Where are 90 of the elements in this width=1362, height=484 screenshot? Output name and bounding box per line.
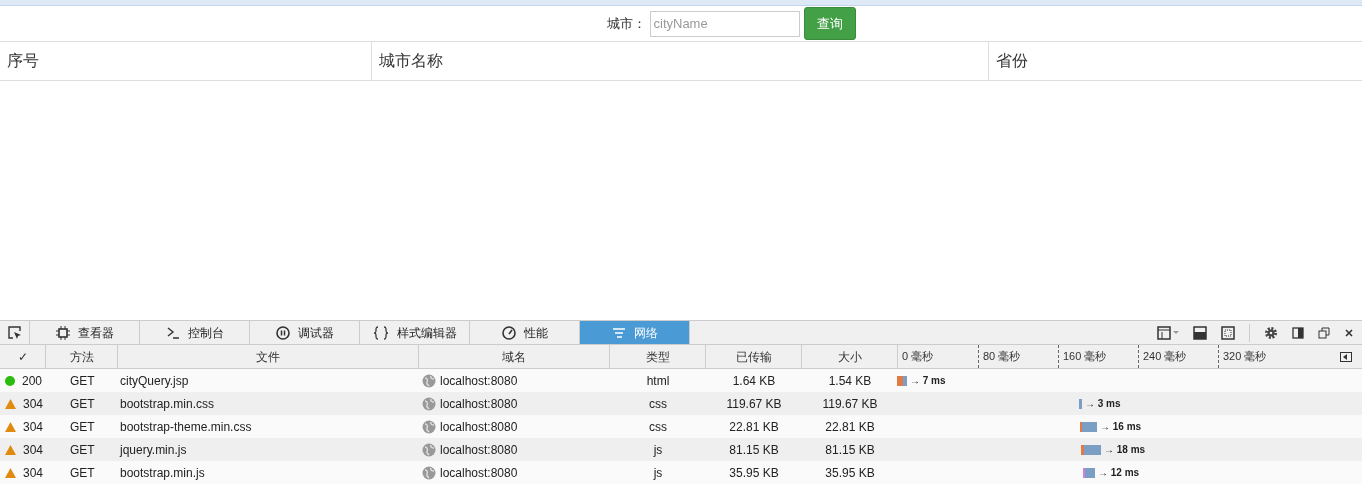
collapse-panel-icon[interactable] bbox=[1340, 351, 1352, 362]
size-cell: 119.67 KB bbox=[822, 396, 878, 411]
warning-triangle-icon bbox=[5, 467, 16, 478]
globe-icon bbox=[422, 442, 436, 457]
warning-triangle-icon bbox=[5, 444, 16, 455]
city-label: 城市： bbox=[606, 14, 646, 33]
timing-label: → 16 ms bbox=[1100, 420, 1142, 434]
pause-icon bbox=[275, 325, 290, 340]
console-panel-icon[interactable] bbox=[1193, 325, 1207, 340]
status-code: 304 bbox=[23, 441, 44, 459]
globe-icon bbox=[422, 373, 436, 388]
status-code: 304 bbox=[23, 395, 44, 413]
timing-label: → 18 ms bbox=[1104, 443, 1146, 457]
column-header[interactable]: 类型 bbox=[610, 345, 706, 368]
file-cell[interactable]: bootstrap.min.css bbox=[120, 396, 215, 411]
dock-side-icon[interactable] bbox=[1292, 326, 1304, 339]
globe-icon bbox=[422, 465, 436, 480]
type-cell: js bbox=[653, 465, 663, 480]
method-cell: GET bbox=[70, 373, 95, 388]
timeline-tick: 240 毫秒 bbox=[1143, 349, 1187, 365]
method-cell: GET bbox=[70, 396, 95, 411]
transferred-cell: 81.15 KB bbox=[729, 442, 779, 457]
timeline-tick: 320 毫秒 bbox=[1223, 349, 1267, 365]
screenshot-icon[interactable] bbox=[1221, 325, 1235, 340]
file-cell[interactable]: jquery.min.js bbox=[120, 442, 187, 457]
domain-cell-text: localhost:8080 bbox=[440, 372, 518, 390]
type-cell: css bbox=[649, 419, 667, 434]
column-header[interactable]: 大小 bbox=[802, 345, 898, 368]
file-cell[interactable]: bootstrap-theme.min.css bbox=[120, 419, 252, 434]
column-header[interactable]: 已传输 bbox=[706, 345, 802, 368]
size-cell: 35.95 KB bbox=[825, 465, 875, 480]
transferred-cell: 35.95 KB bbox=[729, 465, 779, 480]
method-cell: GET bbox=[70, 465, 95, 480]
timing-bar bbox=[1081, 444, 1101, 455]
timing-label: → 7 ms bbox=[910, 374, 946, 388]
column-header[interactable]: 域名 bbox=[419, 345, 610, 368]
domain-cell-text: localhost:8080 bbox=[440, 418, 518, 436]
devtools-tab[interactable]: 查看器 bbox=[30, 321, 140, 344]
timing-bar bbox=[1083, 467, 1095, 478]
column-header[interactable]: 方法 bbox=[46, 345, 118, 368]
status-code: 304 bbox=[23, 464, 44, 482]
timing-label: → 3 ms bbox=[1085, 397, 1121, 411]
city-input[interactable]: cityName bbox=[649, 10, 800, 37]
popout-icon[interactable] bbox=[1318, 326, 1330, 339]
type-cell: js bbox=[653, 442, 663, 457]
timeline-tick: 80 毫秒 bbox=[983, 349, 1021, 365]
transferred-cell: 22.81 KB bbox=[729, 419, 779, 434]
size-cell: 22.81 KB bbox=[825, 419, 875, 434]
method-cell: GET bbox=[70, 419, 95, 434]
timeline-tick: 0 毫秒 bbox=[902, 349, 934, 365]
timing-label: → 12 ms bbox=[1098, 466, 1140, 480]
lines-icon bbox=[611, 325, 626, 340]
domain-cell-text: localhost:8080 bbox=[440, 441, 518, 459]
braces-icon bbox=[372, 325, 389, 340]
gauge-icon bbox=[501, 325, 516, 340]
size-cell: 1.54 KB bbox=[828, 373, 872, 388]
timing-bar bbox=[897, 375, 907, 386]
column-header[interactable]: ✓ bbox=[0, 345, 46, 368]
column-header: 城市名称 bbox=[371, 42, 988, 80]
file-cell[interactable]: cityQuery.jsp bbox=[120, 373, 189, 388]
devtools-tab[interactable]: 控制台 bbox=[140, 321, 250, 344]
settings-icon[interactable] bbox=[1264, 325, 1278, 340]
warning-triangle-icon bbox=[5, 421, 16, 432]
devtools-tab[interactable]: 样式编辑器 bbox=[360, 321, 470, 344]
size-cell: 81.15 KB bbox=[825, 442, 875, 457]
globe-icon bbox=[422, 419, 436, 434]
status-code: 200 bbox=[22, 372, 43, 390]
type-cell: css bbox=[649, 396, 667, 411]
column-header[interactable]: 文件 bbox=[118, 345, 419, 368]
close-icon[interactable] bbox=[1344, 327, 1354, 338]
timing-bar bbox=[1079, 398, 1082, 409]
transferred-cell: 119.67 KB bbox=[726, 396, 782, 411]
column-header: 序号 bbox=[6, 51, 40, 71]
chip-icon bbox=[55, 325, 70, 340]
pick-element-icon[interactable] bbox=[7, 325, 22, 340]
timeline-tick: 160 毫秒 bbox=[1063, 349, 1107, 365]
method-cell: GET bbox=[70, 442, 95, 457]
status-code: 304 bbox=[23, 418, 44, 436]
type-cell: html bbox=[646, 373, 670, 388]
file-cell[interactable]: bootstrap.min.js bbox=[120, 465, 205, 480]
domain-cell-text: localhost:8080 bbox=[440, 464, 518, 482]
devtools-tab[interactable]: 调试器 bbox=[250, 321, 360, 344]
prompt-icon bbox=[165, 325, 180, 340]
warning-triangle-icon bbox=[5, 398, 16, 409]
timing-bar bbox=[1080, 421, 1097, 432]
globe-icon bbox=[422, 396, 436, 411]
layout-icon[interactable] bbox=[1157, 325, 1179, 340]
transferred-cell: 1.64 KB bbox=[732, 373, 776, 388]
domain-cell-text: localhost:8080 bbox=[440, 395, 518, 413]
column-header: 省份 bbox=[988, 42, 1362, 80]
